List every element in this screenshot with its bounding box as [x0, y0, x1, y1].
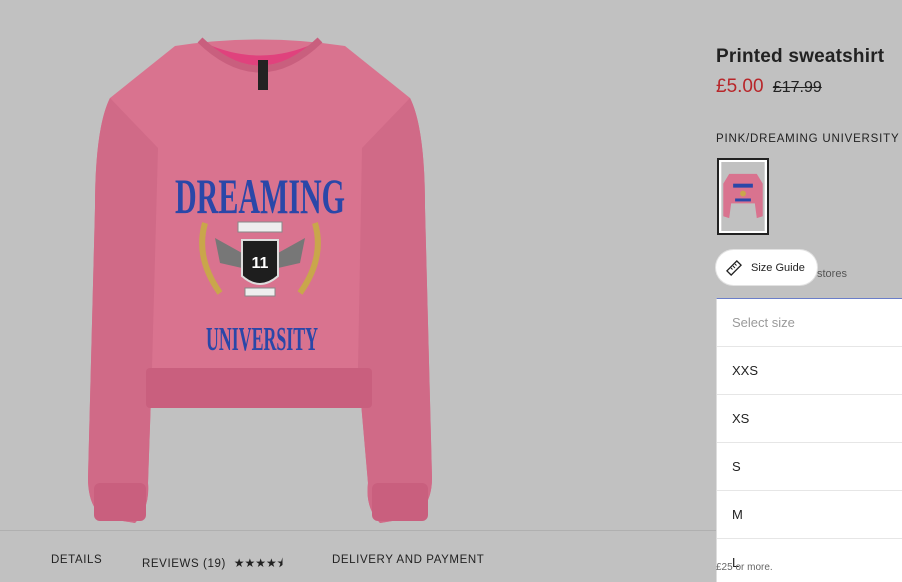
tab-reviews[interactable]: REVIEWS (19) ★★★★⯨ [142, 554, 283, 575]
original-price: £17.99 [772, 79, 822, 96]
size-option-xxs[interactable]: XXS [717, 347, 902, 395]
product-tabs-bar: DETAILS REVIEWS (19) ★★★★⯨ DELIVERY AND … [0, 530, 716, 582]
size-option-xs[interactable]: XS [717, 395, 902, 443]
product-title: Printed sweatshirt [716, 46, 885, 67]
swatch-thumbnail [721, 162, 765, 231]
tab-delivery-payment[interactable]: DELIVERY AND PAYMENT [332, 554, 484, 566]
product-image[interactable]: 11 DREAMING UNIVERSITY [80, 28, 440, 533]
size-option-s[interactable]: S [717, 443, 902, 491]
rating-stars-icon: ★★★★⯨ [233, 556, 284, 570]
size-select-placeholder[interactable]: Select size [717, 299, 902, 347]
color-name: PINK/DREAMING UNIVERSITY [716, 133, 900, 145]
size-guide-button[interactable]: Size Guide [716, 250, 817, 285]
tab-details[interactable]: DETAILS [51, 554, 102, 566]
print-bottom-text: UNIVERSITY [206, 321, 318, 358]
sale-price: £5.00 [716, 76, 764, 97]
size-guide-label: Size Guide [751, 261, 805, 274]
price-block: £5.00 £17.99 [716, 76, 902, 98]
stores-text: stores [817, 268, 847, 280]
print-number: 11 [252, 255, 269, 272]
product-info: Printed sweatshirt £5.00 £17.99 [716, 46, 902, 98]
color-swatch[interactable] [717, 158, 769, 235]
size-dropdown[interactable]: Select size XXS XS S M L [716, 298, 902, 582]
delivery-note: £25 or more. [716, 562, 773, 573]
ruler-icon [726, 259, 742, 276]
size-option-l[interactable]: L [717, 539, 902, 582]
print-top-text: DREAMING [175, 168, 345, 224]
reviews-label: REVIEWS (19) [142, 558, 226, 570]
size-option-m[interactable]: M [717, 491, 902, 539]
